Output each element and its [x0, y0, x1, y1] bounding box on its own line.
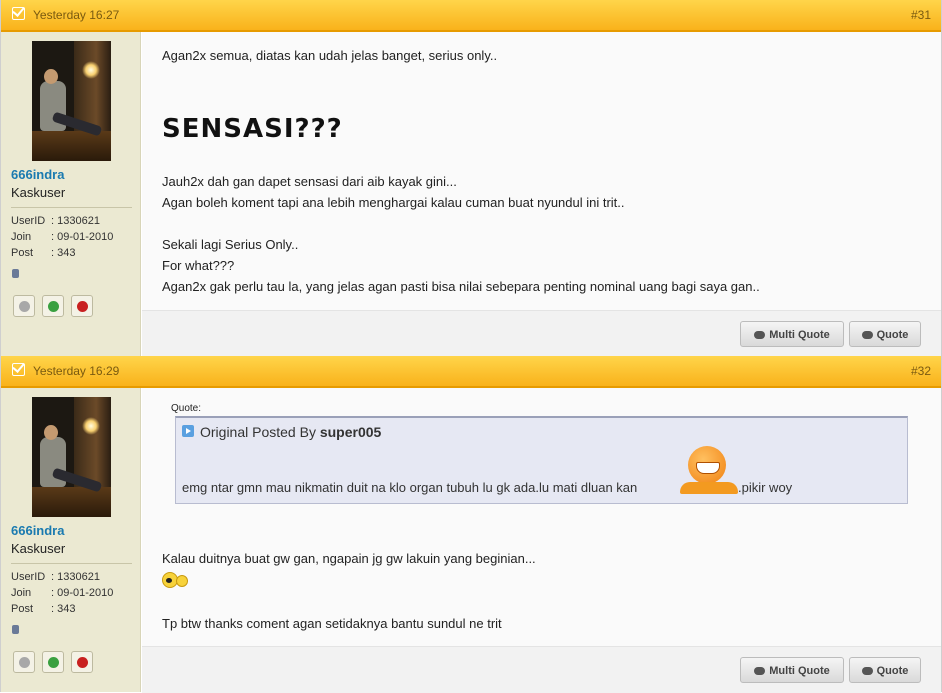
post-heading: SENSASI???: [162, 114, 343, 144]
view-post-icon[interactable]: [182, 425, 194, 437]
user-post-count: Post: 343: [11, 247, 76, 259]
quote-header: Original Posted By super005: [200, 424, 382, 440]
quote-button[interactable]: Quote: [849, 657, 921, 683]
username-link[interactable]: 666indra: [11, 167, 64, 182]
post-footer: Multi Quote Quote: [142, 646, 941, 693]
avatar[interactable]: [32, 41, 111, 161]
post-text-line: Agan2x gak perlu tau la, yang jelas agan…: [162, 279, 760, 294]
avatar[interactable]: [32, 397, 111, 517]
quote-text: emg ntar gmn mau nikmatin duit na klo or…: [182, 480, 638, 495]
post-32: Yesterday 16:29 #32 666indra Kaskuser Us…: [0, 356, 942, 693]
user-sidebar: 666indra Kaskuser UserID: 1330621 Join: …: [1, 32, 141, 356]
offline-icon[interactable]: [13, 651, 35, 673]
quote-text-end: .pikir woy: [738, 480, 793, 495]
post-header: Yesterday 16:27 #31: [1, 0, 941, 32]
post-text-line: Jauh2x dah gan dapet sensasi dari aib ka…: [162, 174, 457, 189]
quote-bubble-icon: [754, 667, 766, 675]
report-icon[interactable]: [71, 651, 93, 673]
quote-bubble-icon: [861, 667, 873, 675]
user-id: UserID: 1330621: [11, 215, 100, 227]
status-icon: [12, 269, 19, 278]
shout-smiley-icon: [162, 570, 188, 588]
post-text-line: Sekali lagi Serius Only..: [162, 237, 299, 252]
post-text-line: Kalau duitnya buat gw gan, ngapain jg gw…: [162, 551, 536, 566]
post-footer: Multi Quote Quote: [142, 310, 941, 357]
report-icon[interactable]: [71, 295, 93, 317]
user-title: Kaskuser: [11, 541, 66, 556]
multi-quote-button[interactable]: Multi Quote: [740, 321, 844, 347]
user-join-date: Join: 09-01-2010: [11, 587, 114, 599]
add-reputation-icon[interactable]: [42, 651, 64, 673]
user-sidebar: 666indra Kaskuser UserID: 1330621 Join: …: [1, 388, 141, 692]
username-link[interactable]: 666indra: [11, 523, 64, 538]
post-date: Yesterday 16:27: [33, 8, 120, 22]
user-id: UserID: 1330621: [11, 571, 100, 583]
post-date: Yesterday 16:29: [33, 364, 120, 378]
divider: [11, 207, 132, 208]
offline-icon[interactable]: [13, 295, 35, 317]
user-title: Kaskuser: [11, 185, 66, 200]
divider: [11, 563, 132, 564]
checkbox-icon[interactable]: [12, 7, 25, 20]
quote-author: super005: [319, 424, 382, 440]
post-31: Yesterday 16:27 #31 666indra Kaskuser Us…: [0, 0, 942, 357]
multi-quote-button[interactable]: Multi Quote: [740, 657, 844, 683]
checkbox-icon[interactable]: [12, 363, 25, 376]
quote-bubble-icon: [754, 331, 766, 339]
post-content: Quote: Original Posted By super005 emg n…: [142, 388, 941, 646]
grin-smiley-icon: [680, 446, 738, 496]
post-text-line: Agan boleh koment tapi ana lebih menghar…: [162, 195, 625, 210]
post-header: Yesterday 16:29 #32: [1, 356, 941, 388]
post-number-link[interactable]: #31: [911, 8, 931, 22]
user-join-date: Join: 09-01-2010: [11, 231, 114, 243]
post-text-line: For what???: [162, 258, 235, 273]
quote-label: Quote:: [171, 403, 202, 414]
quote-box: Original Posted By super005 emg ntar gmn…: [175, 416, 908, 504]
post-text-line: Tp btw thanks coment agan setidaknya ban…: [162, 616, 502, 631]
post-number-link[interactable]: #32: [911, 364, 931, 378]
user-post-count: Post: 343: [11, 603, 76, 615]
quote-button[interactable]: Quote: [849, 321, 921, 347]
status-icon: [12, 625, 19, 634]
post-text-line: Agan2x semua, diatas kan udah jelas bang…: [162, 48, 498, 63]
add-reputation-icon[interactable]: [42, 295, 64, 317]
post-content: Agan2x semua, diatas kan udah jelas bang…: [142, 32, 941, 310]
quote-bubble-icon: [861, 331, 873, 339]
